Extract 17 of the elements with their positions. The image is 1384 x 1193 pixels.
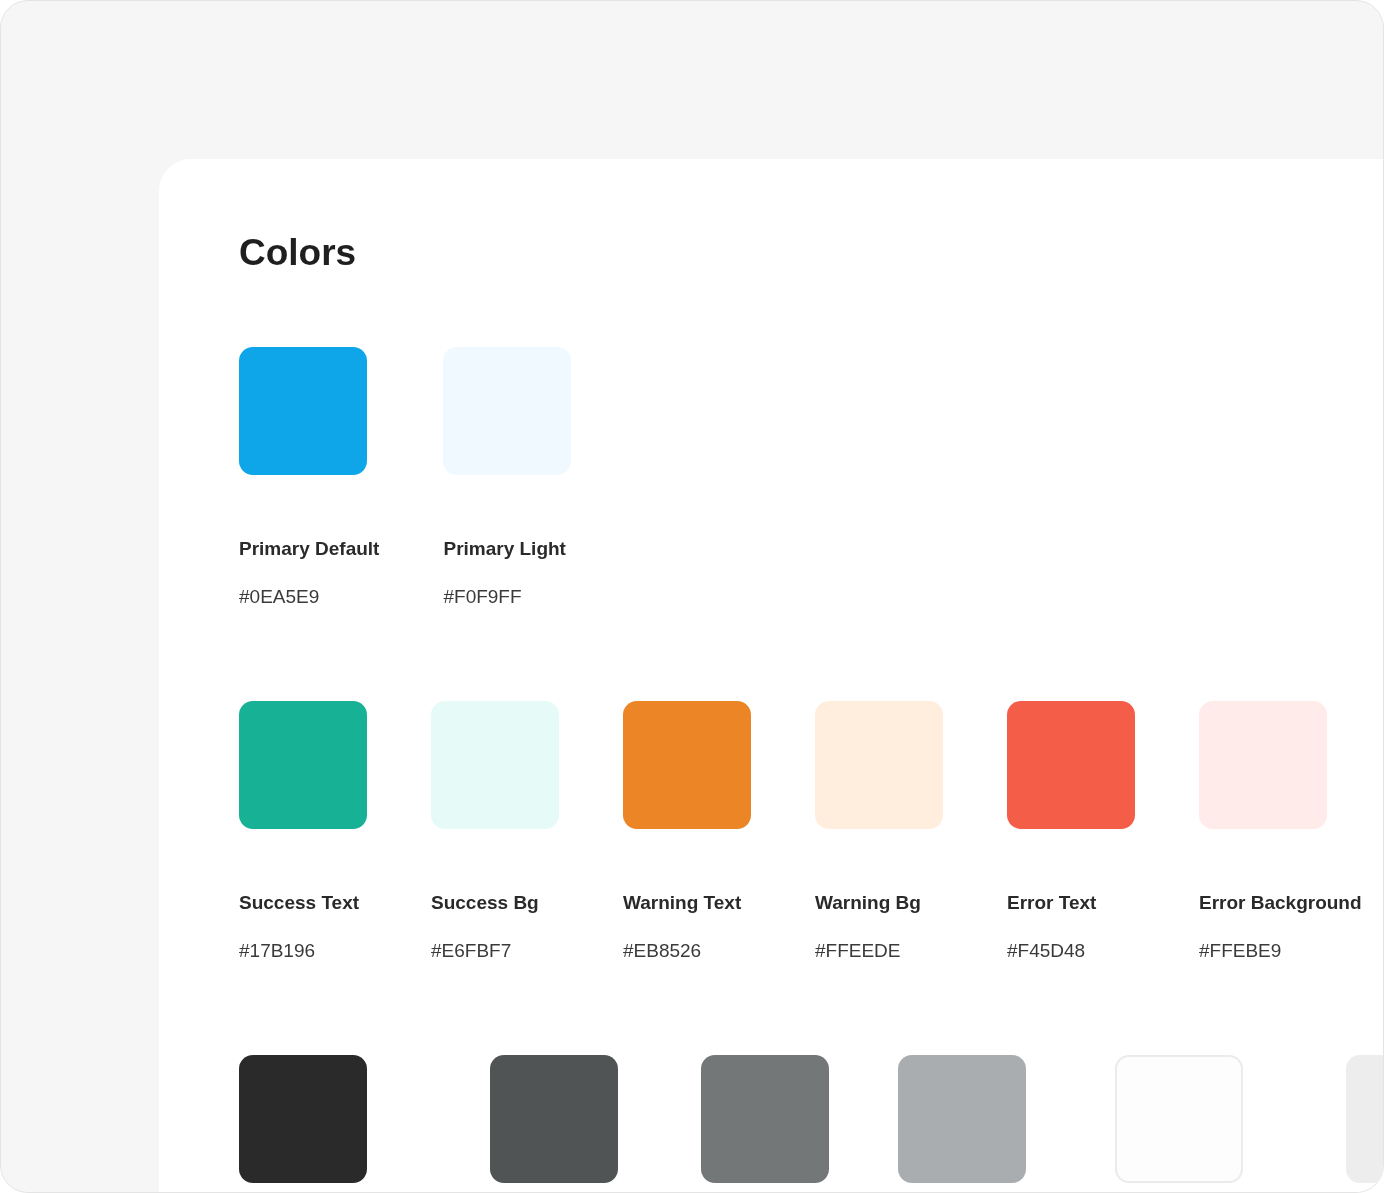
color-name: Warning Text: [623, 891, 743, 915]
color-hex: #E6FBF7: [431, 939, 513, 963]
color-name: Error Background: [1199, 891, 1362, 915]
color-hex: #FFEEDE: [815, 939, 902, 963]
color-hex: #F0F9FF: [443, 585, 523, 609]
color-name: Warning Bg: [815, 891, 922, 915]
color-hex: #EB8526: [623, 939, 703, 963]
color-hex: #17B196: [239, 939, 317, 963]
color-name: Error Text: [1007, 891, 1098, 915]
color-name: Primary Light: [443, 537, 567, 561]
color-hex: #0EA5E9: [239, 585, 321, 609]
color-name: Primary Default: [239, 537, 380, 561]
color-hex: #FFEBE9: [1199, 939, 1283, 963]
color-name: Success Bg: [431, 891, 540, 915]
color-hex: #F45D48: [1007, 939, 1087, 963]
color-name: Success Text: [239, 891, 361, 915]
page-title: Colors: [239, 231, 358, 275]
